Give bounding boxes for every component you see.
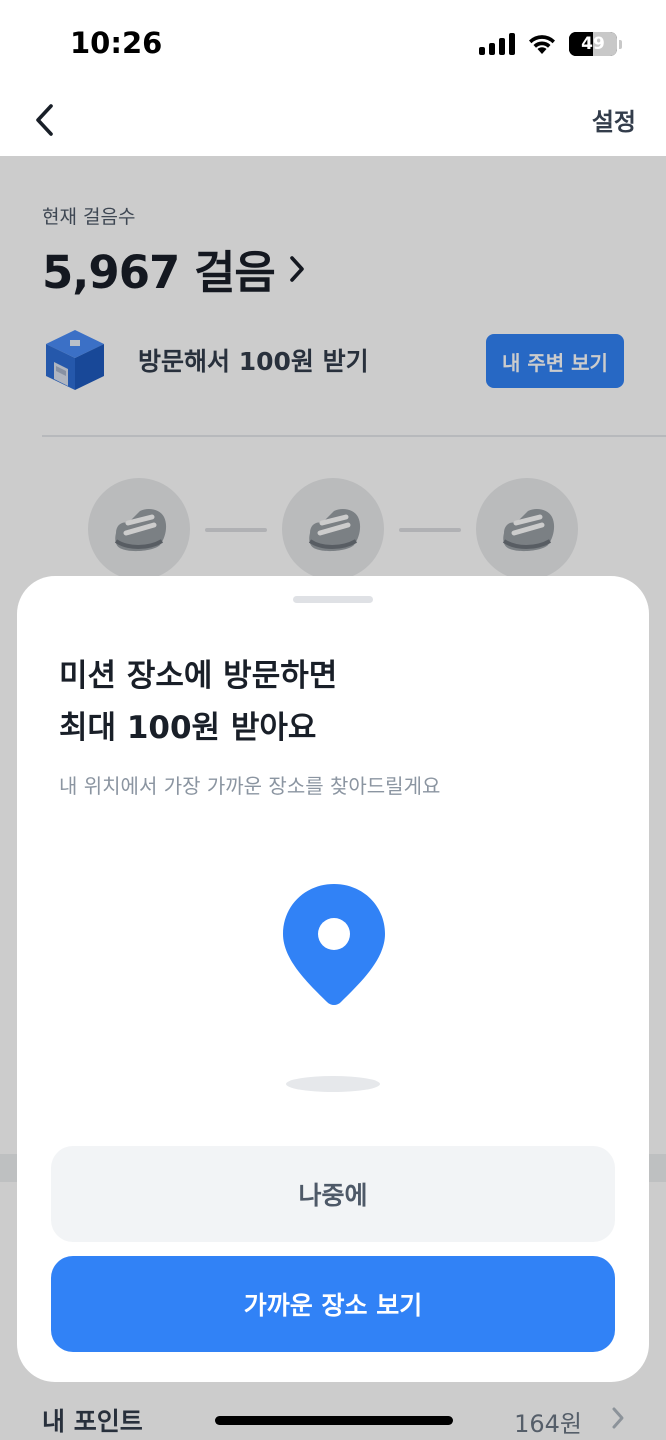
- location-pin-icon: [283, 884, 385, 1005]
- nav-bar: 설정: [0, 90, 666, 156]
- status-time: 10:26: [70, 26, 163, 60]
- wifi-icon: [529, 35, 555, 54]
- settings-link[interactable]: 설정: [592, 102, 636, 137]
- back-button[interactable]: [24, 98, 64, 142]
- battery-icon: 49: [569, 32, 617, 56]
- battery-level: 49: [581, 34, 605, 54]
- signal-icon: [479, 33, 515, 55]
- sheet-drag-handle[interactable]: [293, 596, 373, 603]
- later-button[interactable]: 나중에: [51, 1146, 615, 1242]
- sheet-title-line-2: 최대 100원 받아요: [59, 710, 317, 746]
- mission-bottom-sheet: 미션 장소에 방문하면 최대 100원 받아요 내 위치에서 가장 가까운 장소…: [17, 576, 649, 1382]
- battery-nub: [619, 39, 622, 49]
- sheet-title-line-1: 미션 장소에 방문하면: [59, 658, 338, 694]
- chevron-left-icon: [36, 104, 53, 136]
- view-nearest-place-button[interactable]: 가까운 장소 보기: [51, 1256, 615, 1352]
- sheet-subtitle: 내 위치에서 가장 가까운 장소를 찾아드릴게요: [59, 774, 441, 798]
- status-icons: 49: [479, 32, 622, 56]
- home-indicator[interactable]: [215, 1416, 453, 1425]
- pin-shadow: [286, 1076, 380, 1092]
- screen: 10:26 49 설정 현재 걸음수 5,967 걸음 방문해서 100원 받기…: [0, 0, 666, 1440]
- sheet-title: 미션 장소에 방문하면 최대 100원 받아요: [59, 650, 337, 754]
- status-bar: 10:26 49: [0, 0, 666, 90]
- location-pin-illustration: [279, 880, 389, 1010]
